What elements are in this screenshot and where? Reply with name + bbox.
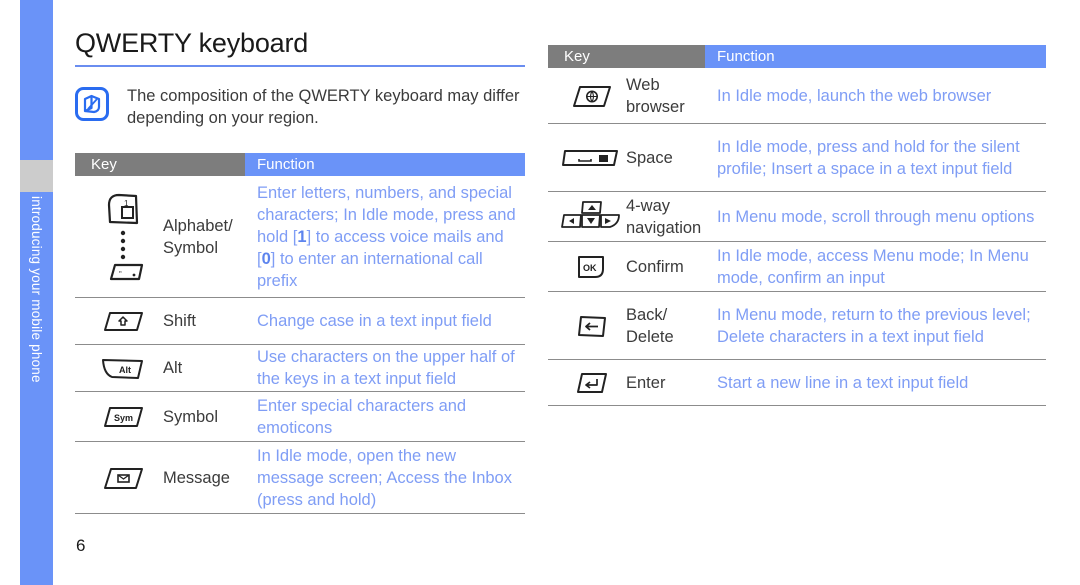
key-name: Message: [163, 468, 230, 487]
note-block: The composition of the QWERTY keyboard m…: [75, 85, 525, 129]
key-function: In Idle mode, open the new message scree…: [257, 446, 512, 509]
title-rule: [75, 65, 525, 67]
table-row: Alt Alt Use characters on the upper half…: [75, 345, 525, 392]
web-browser-key-icon: [556, 82, 626, 110]
enter-key-icon: [556, 369, 626, 397]
right-column: Key Function Web browser In Idle mode, l…: [548, 45, 1046, 406]
shift-key-icon: [83, 308, 163, 334]
key-name: Shift: [163, 312, 197, 330]
table-row: 4-way navigation In Menu mode, scroll th…: [548, 192, 1046, 242]
column-header-key: Key: [75, 153, 245, 176]
key-function: In Idle mode, launch the web browser: [717, 86, 992, 105]
table-row: Shift Change case in a text input field: [75, 298, 525, 345]
key-name-text: Web browser: [626, 75, 685, 116]
key-function: In Menu mode, scroll through menu option…: [717, 207, 1035, 226]
table-row: Back/ Delete In Menu mode, return to the…: [548, 292, 1046, 360]
table-row: Message In Idle mode, open the new messa…: [75, 442, 525, 514]
key-name: Alphabet/ Symbol: [163, 216, 233, 257]
key-name-text: Back/ Delete: [626, 305, 674, 346]
table-row: Web browser In Idle mode, launch the web…: [548, 68, 1046, 124]
key-function: Start a new line in a text input field: [717, 373, 969, 392]
note-text: The composition of the QWERTY keyboard m…: [127, 87, 520, 127]
page-title: QWERTY keyboard: [75, 28, 309, 58]
key-function: Enter special characters and emoticons: [257, 396, 467, 437]
note-pencil-icon: [75, 87, 109, 121]
key-name: Space: [626, 148, 673, 167]
left-column: QWERTY keyboard The composition of the Q…: [75, 28, 525, 514]
column-header-key: Key: [548, 45, 705, 68]
key-function: In Menu mode, return to the previous lev…: [717, 305, 1031, 346]
manual-page: QWERTY keyboard The composition of the Q…: [0, 0, 1080, 585]
key-name: Back/ Delete: [626, 304, 705, 348]
table-header-row: Key Function: [548, 45, 1046, 68]
key-name-text: 4-way navigation: [626, 196, 702, 237]
space-key-icon: [556, 146, 626, 170]
table-row: Sym Symbol Enter special characters and …: [75, 392, 525, 442]
key-name: Enter: [626, 373, 666, 392]
back-delete-key-icon: [556, 312, 626, 340]
column-header-function: Function: [705, 45, 1046, 68]
svg-text:Sym: Sym: [114, 413, 133, 423]
key-name: Confirm: [626, 257, 684, 276]
key-function: Use characters on the upper half of the …: [257, 348, 515, 388]
svg-text:Alt: Alt: [119, 365, 131, 375]
key-name: Symbol: [163, 407, 219, 426]
key-function-table-left: Key Function 1 „ Alphabet/ Symbol Enter …: [75, 153, 525, 514]
symbol-key-icon: Sym: [83, 404, 163, 430]
table-row: Space In Idle mode, press and hold for t…: [548, 124, 1046, 192]
key-function: In Idle mode, access Menu mode; In Menu …: [717, 246, 1029, 287]
column-header-function: Function: [245, 153, 525, 176]
alt-key-icon: Alt: [83, 354, 163, 382]
message-key-icon: [83, 464, 163, 492]
table-header-row: Key Function: [75, 153, 525, 176]
confirm-key-icon: OK: [556, 253, 626, 281]
key-name: 4-way navigation: [626, 195, 705, 239]
page-number: 6: [76, 536, 86, 555]
table-row: OK Confirm In Idle mode, access Menu mod…: [548, 242, 1046, 292]
key-function: Enter letters, numbers, and special char…: [257, 183, 516, 290]
key-name: Alt: [163, 359, 183, 377]
table-row: 1 „ Alphabet/ Symbol Enter letters, numb…: [75, 176, 525, 298]
svg-text:OK: OK: [583, 263, 597, 273]
key-function-table-right: Key Function Web browser In Idle mode, l…: [548, 45, 1046, 406]
four-way-navigation-key-icon: [556, 197, 626, 237]
key-function: Change case in a text input field: [257, 312, 492, 330]
key-function: In Idle mode, press and hold for the sil…: [717, 137, 1020, 178]
alphabet-symbol-key-icon: 1 „: [83, 191, 163, 283]
key-name: Web browser: [626, 74, 705, 118]
table-row: Enter Start a new line in a text input f…: [548, 360, 1046, 406]
svg-text:„: „: [119, 265, 122, 274]
